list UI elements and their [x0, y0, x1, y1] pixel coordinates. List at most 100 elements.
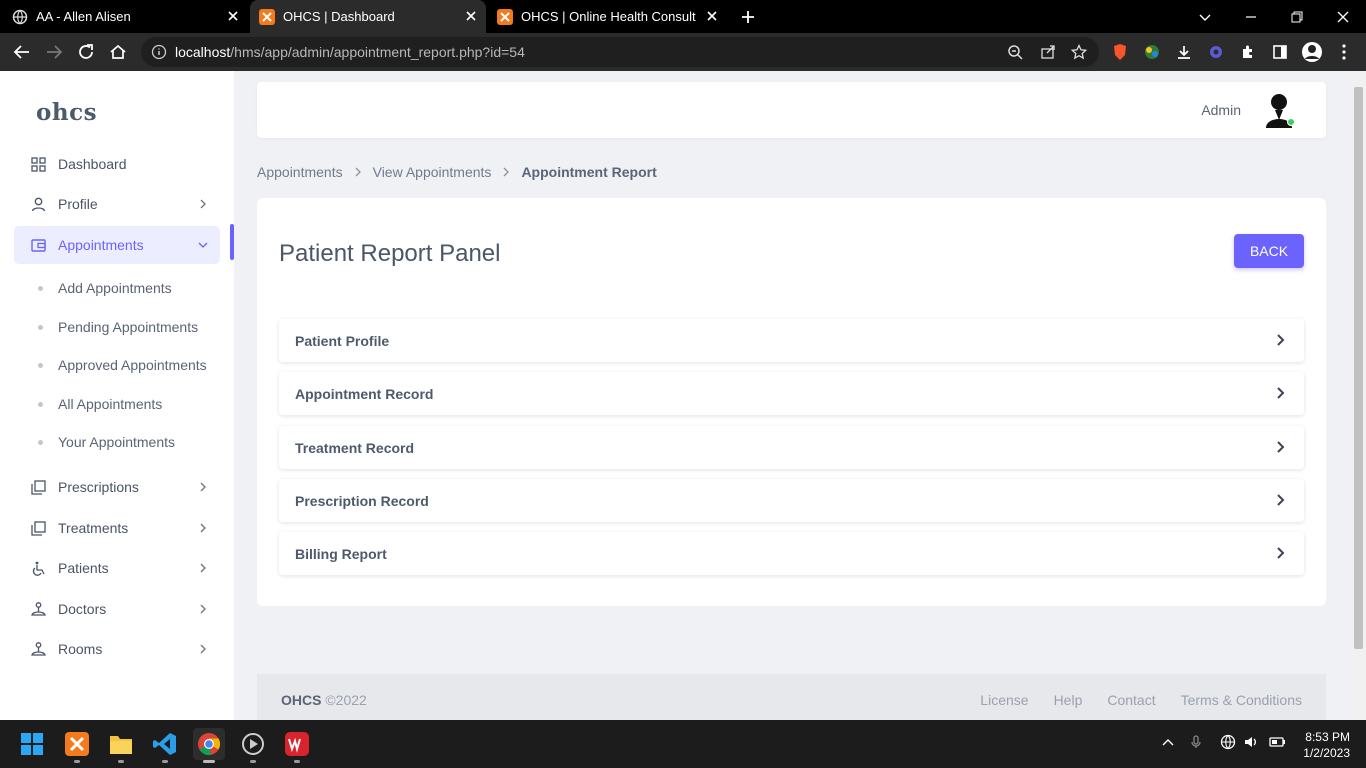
accordion-billing-report[interactable]: Billing Report: [279, 532, 1304, 575]
footer-brand-name[interactable]: OHCS: [281, 692, 321, 708]
bullet-icon: [38, 285, 43, 291]
page-scrollbar[interactable]: [1351, 71, 1366, 720]
site-info-icon[interactable]: [151, 44, 167, 60]
close-tab-icon[interactable]: [226, 9, 240, 23]
back-arrow-icon[interactable]: [10, 40, 34, 64]
brave-shield-icon[interactable]: [1108, 40, 1132, 64]
chevron-right-icon: [198, 523, 208, 533]
url-path: /hms/app/admin/appointment_report.php?id…: [230, 44, 525, 60]
globe-icon: [12, 9, 28, 25]
sidebar-item-profile[interactable]: Profile: [14, 185, 220, 223]
sidebar-item-rooms[interactable]: Rooms: [14, 630, 220, 668]
volume-icon[interactable]: [1243, 734, 1261, 752]
chevron-right-icon: [1276, 441, 1286, 453]
submenu-item[interactable]: All Appointments: [38, 396, 162, 412]
browser-tab-active[interactable]: OHCS | Dashboard: [250, 0, 486, 33]
chevron-right-icon: [354, 167, 362, 177]
footer-link-license[interactable]: License: [980, 692, 1028, 708]
close-tab-icon[interactable]: [705, 9, 719, 23]
battery-icon[interactable]: [1268, 734, 1286, 752]
submenu-item[interactable]: Your Appointments: [38, 434, 175, 450]
submenu-label: All Appointments: [58, 396, 163, 412]
top-header: Admin: [257, 82, 1326, 138]
side-panel-icon[interactable]: [1268, 40, 1292, 64]
restore-icon[interactable]: [1274, 0, 1320, 33]
breadcrumb-view-appointments[interactable]: View Appointments: [373, 164, 492, 180]
sidebar-item-label: Patients: [58, 560, 109, 576]
breadcrumb-appointments[interactable]: Appointments: [257, 164, 343, 180]
zoom-icon[interactable]: [1007, 44, 1023, 60]
app-logo[interactable]: ohcs: [36, 99, 97, 126]
active-indicator: [230, 224, 234, 260]
minimize-icon[interactable]: [1228, 0, 1274, 33]
xampp-app-icon[interactable]: [61, 728, 93, 763]
start-windows-icon[interactable]: [16, 728, 48, 760]
sidebar-item-prescriptions[interactable]: Prescriptions: [14, 468, 220, 506]
wheelchair-icon: [30, 560, 46, 576]
address-bar[interactable]: localhost/hms/app/admin/appointment_repo…: [141, 37, 1099, 67]
media-player-icon[interactable]: [237, 728, 269, 763]
browser-tab[interactable]: OHCS | Online Health Consultatio: [497, 0, 727, 33]
doctor-icon: [30, 601, 46, 617]
doctor-icon: [30, 641, 46, 657]
submenu-label: Your Appointments: [58, 434, 176, 450]
submenu-item[interactable]: Pending Appointments: [38, 319, 198, 335]
puzzle-extensions-icon[interactable]: [1236, 40, 1260, 64]
home-icon[interactable]: [106, 40, 130, 64]
browser-toolbar: localhost/hms/app/admin/appointment_repo…: [0, 33, 1366, 71]
sidebar-item-appointments[interactable]: Appointments: [14, 226, 220, 264]
accordion-prescription-record[interactable]: Prescription Record: [279, 479, 1304, 522]
download-icon[interactable]: [1172, 40, 1196, 64]
sidebar-item-label: Dashboard: [58, 156, 127, 172]
accordion-title: Billing Report: [295, 545, 387, 562]
close-tab-icon[interactable]: [464, 9, 478, 23]
sidebar-item-label: Prescriptions: [58, 479, 139, 495]
submenu-item[interactable]: Add Appointments: [38, 280, 172, 296]
reload-icon[interactable]: [74, 40, 98, 64]
microphone-icon[interactable]: [1188, 734, 1206, 752]
footer-link-terms[interactable]: Terms & Conditions: [1181, 692, 1302, 708]
extension-globe-icon[interactable]: [1140, 40, 1164, 64]
forward-arrow-icon[interactable]: [42, 40, 66, 64]
sidebar-item-doctors[interactable]: Doctors: [14, 590, 220, 628]
user-icon: [30, 196, 46, 212]
user-name[interactable]: Admin: [1201, 102, 1241, 118]
chevron-right-icon: [198, 199, 208, 209]
scrollbar-thumb[interactable]: [1354, 87, 1363, 649]
extension-gear-icon[interactable]: [1204, 40, 1228, 64]
avatar[interactable]: [1262, 90, 1296, 130]
sidebar-item-treatments[interactable]: Treatments: [14, 509, 220, 547]
accordion-treatment-record[interactable]: Treatment Record: [279, 426, 1304, 469]
sidebar-item-dashboard[interactable]: Dashboard: [14, 145, 220, 183]
profile-avatar-icon[interactable]: [1300, 40, 1324, 64]
file-explorer-icon[interactable]: [105, 728, 137, 763]
tab-search-icon[interactable]: [1182, 0, 1228, 33]
new-tab-button[interactable]: [725, 0, 771, 33]
tab-title: AA - Allen Alisen: [36, 9, 131, 24]
sidebar: ohcs Dashboard Profile Appointments Add …: [0, 71, 234, 720]
vscode-icon[interactable]: [149, 728, 181, 763]
chrome-icon[interactable]: [193, 728, 225, 763]
footer-link-help[interactable]: Help: [1054, 692, 1083, 708]
accordion-patient-profile[interactable]: Patient Profile: [279, 319, 1304, 362]
wps-office-icon[interactable]: [281, 728, 313, 763]
share-icon[interactable]: [1040, 44, 1056, 60]
close-window-icon[interactable]: [1320, 0, 1366, 33]
accordion-title: Prescription Record: [295, 492, 429, 509]
chevron-right-icon: [502, 167, 510, 177]
menu-kebab-icon[interactable]: [1332, 40, 1356, 64]
footer-link-contact[interactable]: Contact: [1107, 692, 1155, 708]
browser-tab[interactable]: AA - Allen Alisen: [12, 0, 248, 33]
back-button[interactable]: BACK: [1234, 234, 1304, 268]
xampp-icon: [497, 8, 513, 25]
language-globe-icon[interactable]: [1220, 734, 1238, 752]
tab-title: OHCS | Dashboard: [283, 9, 395, 24]
browser-tab-strip: AA - Allen Alisen OHCS | Dashboard OHCS …: [0, 0, 1366, 33]
sidebar-item-patients[interactable]: Patients: [14, 549, 220, 587]
bookmark-star-icon[interactable]: [1071, 44, 1087, 60]
accordion-appointment-record[interactable]: Appointment Record: [279, 372, 1304, 415]
tray-chevron-up-icon[interactable]: [1160, 734, 1178, 752]
submenu-item[interactable]: Approved Appointments: [38, 357, 207, 373]
system-clock[interactable]: 8:53 PM 1/2/2023: [1303, 729, 1350, 761]
bullet-icon: [38, 401, 43, 407]
